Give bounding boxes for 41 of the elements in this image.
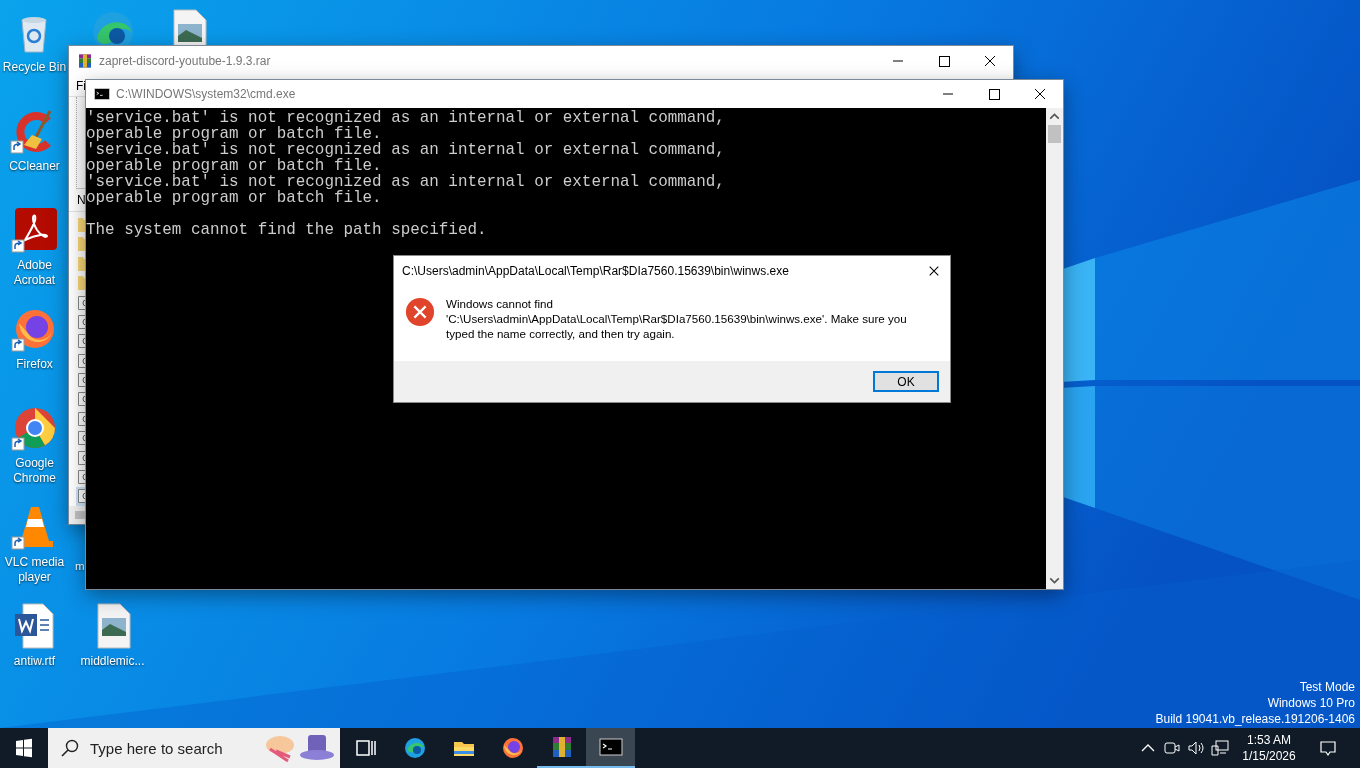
console-icon — [94, 86, 110, 102]
column-header[interactable]: N — [77, 193, 86, 208]
search-field[interactable]: Type here to search — [48, 728, 340, 768]
console-line: operable program or batch file. — [86, 126, 383, 142]
system-info-text: Test Mode — [1299, 679, 1355, 695]
desktop-icon-label[interactable]: m — [75, 559, 85, 574]
error-icon — [405, 297, 435, 327]
system-info-text: Windows 10 Pro — [1267, 695, 1355, 711]
desktop-icon[interactable]: VLC media player — [0, 501, 69, 585]
desktop-icon[interactable]: Recycle Bin — [2, 6, 67, 75]
dialog-title: C:\Users\admin\AppData\Local\Temp\Rar$DIa7560.15639\bin\winws.exe — [402, 264, 790, 278]
scrollbar-thumb[interactable] — [1048, 125, 1061, 143]
desktop-icon[interactable]: Firefox — [10, 303, 59, 372]
console-icon — [598, 735, 623, 759]
browser-icon — [500, 736, 525, 760]
desktop-icon[interactable]: CCleaner — [9, 105, 60, 174]
archive-icon — [77, 53, 93, 69]
window-title: zapret-discord-youtube-1.9.3.rar — [99, 54, 272, 68]
console-line: operable program or batch file. — [86, 158, 383, 174]
window-title: C:\WINDOWS\system32\cmd.exe — [116, 87, 297, 101]
desktop-icon[interactable]: middlemic... — [80, 600, 145, 669]
menu-item[interactable]: Fi — [76, 78, 86, 93]
desktop-icon[interactable]: Google Chrome — [0, 402, 69, 486]
clock[interactable]: 1:53 AM 1/15/2026 — [1232, 732, 1306, 764]
taskbar-button[interactable] — [586, 728, 635, 768]
ok-button[interactable]: OK — [873, 371, 939, 392]
browser-icon — [402, 736, 427, 760]
desktop-icon[interactable]: Adobe Acrobat — [0, 204, 69, 288]
close-icon[interactable] — [928, 265, 940, 277]
console-line: The system cannot find the path specified. — [86, 222, 488, 238]
console-line: 'service.bat' is not recognized as an internal or external command, — [86, 110, 726, 126]
network-icon[interactable] — [1210, 738, 1230, 758]
console-line: 'service.bat' is not recognized as an internal or external command, — [86, 174, 726, 190]
scrollbar-thumb[interactable] — [75, 511, 85, 520]
error-message: Windows cannot find 'C:\Users\admin\AppData\Local\Temp\Rar$DIa7560.15639\bin\winws.exe'. Make sure you typed the name correctly, and then try again. — [446, 296, 908, 341]
console-line: operable program or batch file. — [86, 190, 383, 206]
desktop-icon[interactable]: antiw.rtf — [10, 600, 59, 669]
console-line: 'service.bat' is not recognized as an internal or external command, — [86, 142, 726, 158]
notification-icon[interactable] — [1318, 738, 1338, 758]
search-icon — [60, 738, 80, 758]
system-info-text: Build 19041.vb_release.191206-1406 — [1155, 711, 1355, 727]
